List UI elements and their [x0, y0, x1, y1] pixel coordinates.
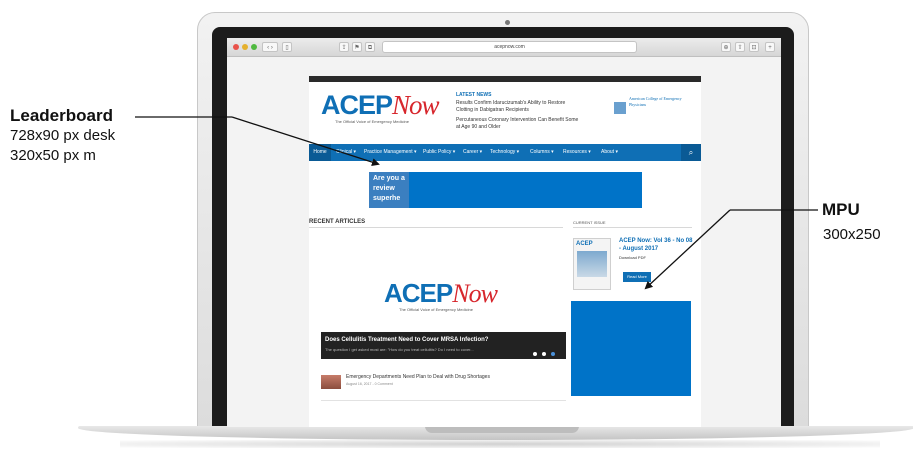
nav-about[interactable]: About ▾: [601, 144, 618, 161]
logo-acep: ACEP: [384, 278, 453, 308]
slide-dot-active[interactable]: [551, 352, 555, 356]
nav-public-policy[interactable]: Public Policy ▾: [423, 144, 455, 161]
leaderboard-mobile-size: 320x50 px m: [10, 147, 96, 164]
download-pdf-link[interactable]: Download PDF: [619, 255, 646, 260]
nav-clinical[interactable]: Clinical ▾: [336, 144, 356, 161]
cover-image: [577, 251, 607, 277]
divider: [321, 400, 566, 401]
acep-org-logo[interactable]: American College of Emergency Physicians: [614, 94, 692, 120]
article-thumbnail[interactable]: [321, 375, 341, 389]
url-bar[interactable]: acepnow.com: [382, 41, 637, 53]
mobile-size: 320x50 px: [10, 147, 80, 164]
close-window-icon[interactable]: [233, 44, 239, 50]
search-icon[interactable]: ⌕: [681, 144, 701, 161]
leaderboard-label: Leaderboard: [10, 106, 113, 125]
divider: [309, 227, 563, 228]
maximize-window-icon[interactable]: [251, 44, 257, 50]
slide-dot[interactable]: [542, 352, 546, 356]
acep-emblem-icon: [614, 102, 626, 114]
slide-caption[interactable]: Does Cellulitis Treatment Need to Cover …: [321, 332, 566, 359]
add-tab-icon[interactable]: +: [765, 42, 775, 52]
nav-technology[interactable]: Technology ▾: [490, 144, 519, 161]
nav-career[interactable]: Career ▾: [463, 144, 482, 161]
news-item[interactable]: Results Confirm Idarucizumab's Ability t…: [456, 100, 581, 114]
nav-columns[interactable]: Columns ▾: [530, 144, 554, 161]
laptop-notch: [425, 426, 579, 433]
slide-tagline: The Official Voice of Emergency Medicine: [399, 307, 473, 312]
camera-icon: [505, 20, 510, 25]
slide-logo: ACEPNow: [384, 278, 498, 309]
nav-practice-management[interactable]: Practice Management ▾: [364, 144, 417, 161]
article-title[interactable]: Emergency Departments Need Plan to Deal …: [346, 374, 490, 380]
laptop-screen: ‹ › ▯ ⇪ ⚑ ⧉ acepnow.com ⊕ ⇧ ⊡ + ACEPNow …: [227, 38, 781, 427]
minimize-window-icon[interactable]: [242, 44, 248, 50]
logo-now: Now: [392, 90, 440, 120]
mpu-size: 300x250: [823, 226, 881, 243]
logo-acep: ACEP: [321, 90, 393, 120]
featured-title[interactable]: Does Cellulitis Treatment Need to Cover …: [325, 337, 488, 343]
url-text: acepnow.com: [494, 44, 525, 50]
laptop-shadow: [120, 440, 880, 448]
latest-news-label: LATEST NEWS: [456, 92, 492, 98]
back-forward-icon[interactable]: ‹ ›: [262, 42, 278, 52]
leaderboard-ad[interactable]: [409, 172, 642, 208]
mpu-ad[interactable]: [571, 301, 691, 396]
slide-dot[interactable]: [533, 352, 537, 356]
recent-articles-heading: RECENT ARTICLES: [309, 219, 366, 225]
site-logo[interactable]: ACEPNow: [321, 90, 440, 121]
new-tab-icon[interactable]: ⊡: [749, 42, 759, 52]
logo-now: Now: [452, 279, 498, 308]
share-page-icon[interactable]: ⇧: [735, 42, 745, 52]
website: ACEPNow The Official Voice of Emergency …: [309, 76, 701, 427]
issue-title[interactable]: ACEP Now: Vol 36 - No 08 - August 2017: [619, 237, 694, 253]
nav-resources[interactable]: Resources ▾: [563, 144, 591, 161]
cover-masthead: ACEP: [576, 241, 593, 247]
sidebar-icon[interactable]: ▯: [282, 42, 292, 52]
leaderboard-desktop-size: 728x90 px desk: [10, 127, 115, 144]
page-background: ACEPNow The Official Voice of Emergency …: [227, 57, 781, 427]
featured-excerpt: The question I get asked most are: "How …: [325, 347, 474, 352]
download-icon[interactable]: ⊕: [721, 42, 731, 52]
mpu-label: MPU: [822, 200, 860, 219]
tabs-icon[interactable]: ⧉: [365, 42, 375, 52]
acep-org-name: American College of Emergency Physicians: [629, 96, 682, 107]
site-tagline: The Official Voice of Emergency Medicine: [335, 119, 409, 124]
current-issue-heading: CURRENT ISSUE: [573, 220, 606, 225]
desktop-size: 728x90 px: [10, 127, 80, 144]
read-more-button[interactable]: Read More: [623, 272, 651, 282]
article-meta: August 16, 2017 - 0 Comment: [346, 382, 393, 386]
issue-cover[interactable]: ACEP: [573, 238, 611, 290]
desktop-device: desk: [83, 127, 116, 144]
top-strip: [309, 76, 701, 82]
ad-creative-text: Are you a review superhe: [373, 175, 405, 202]
mobile-device: m: [83, 147, 96, 164]
browser-toolbar: ‹ › ▯ ⇪ ⚑ ⧉ acepnow.com ⊕ ⇧ ⊡ +: [227, 38, 781, 57]
bookmark-icon[interactable]: ⚑: [352, 42, 362, 52]
news-item[interactable]: Percutaneous Coronary Intervention Can B…: [456, 117, 581, 131]
share-icon[interactable]: ⇪: [339, 42, 349, 52]
divider: [573, 227, 692, 228]
nav-home[interactable]: Home: [309, 144, 331, 161]
main-nav: Home Clinical ▾ Practice Management ▾ Pu…: [309, 144, 701, 161]
